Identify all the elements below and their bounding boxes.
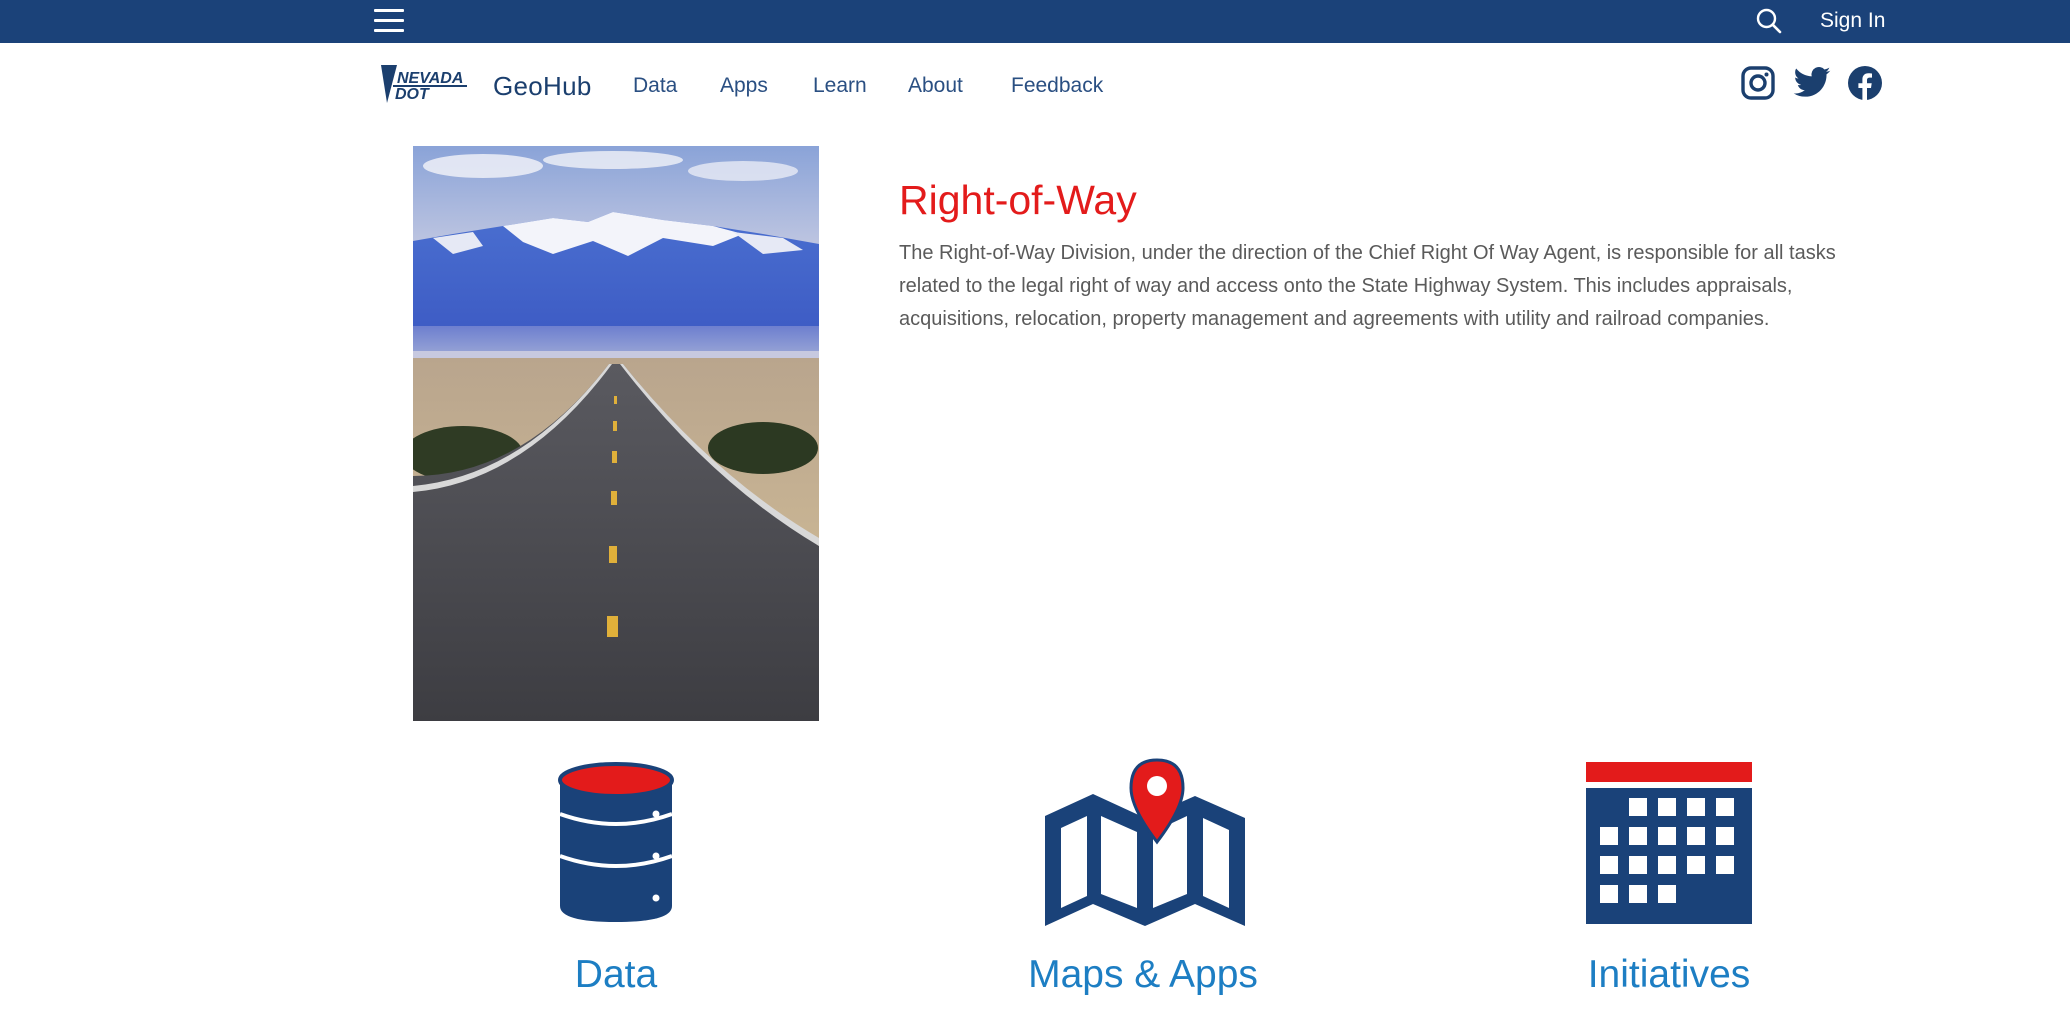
tile-label-maps-apps: Maps & Apps [1028,953,1258,996]
hero-image-highway [413,146,819,721]
logo-text-dot: DOT [395,86,430,103]
twitter-icon[interactable] [1792,63,1832,103]
facebook-icon[interactable] [1845,63,1885,103]
nav-link-feedback[interactable]: Feedback [1011,67,1103,105]
nav-link-learn[interactable]: Learn [813,67,867,105]
tile-label-data: Data [574,953,658,996]
tile-data[interactable]: Data [436,756,796,1006]
search-icon[interactable] [1754,6,1784,36]
nav-link-data[interactable]: Data [633,67,677,105]
database-icon [436,756,796,928]
page-title: Right-of-Way [899,177,1137,223]
tile-maps-apps[interactable]: Maps & Apps [963,756,1323,1006]
sign-in-link[interactable]: Sign In [1820,6,1885,36]
nav-link-apps[interactable]: Apps [720,67,768,105]
hamburger-menu-icon[interactable] [372,5,406,37]
map-pin-icon [963,756,1323,928]
instagram-icon[interactable] [1738,63,1778,103]
top-bar: Sign In [0,0,2070,43]
logo-text-nevada: NEVADA [397,70,463,87]
nav-link-about[interactable]: About [908,67,963,105]
nevada-dot-logo[interactable]: NEVADA DOT [375,59,473,109]
tile-initiatives[interactable]: Initiatives [1489,756,1849,1006]
main-navigation: NEVADA DOT GeoHub Data Apps Learn About … [0,43,2070,125]
calendar-icon [1489,756,1849,928]
page-description: The Right-of-Way Division, under the dir… [899,242,1836,330]
tile-label-initiatives: Initiatives [1587,953,1751,996]
geohub-brand[interactable]: GeoHub [493,67,592,105]
